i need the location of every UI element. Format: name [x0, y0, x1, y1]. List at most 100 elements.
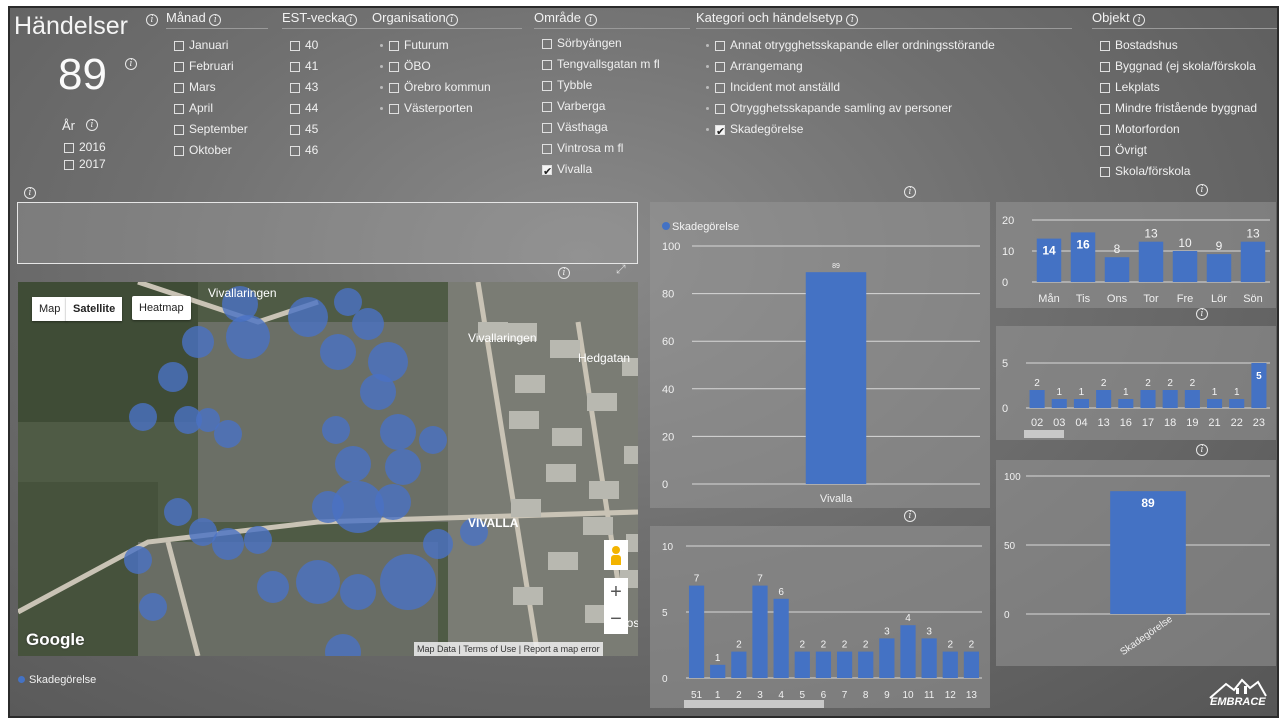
info-icon[interactable]: i — [904, 186, 916, 198]
checkbox[interactable] — [174, 82, 184, 93]
checkbox[interactable] — [1100, 103, 1110, 114]
bar[interactable] — [1051, 399, 1067, 408]
slicer-option[interactable]: Sörbyängen — [542, 33, 690, 54]
checkbox[interactable] — [290, 82, 300, 93]
zoom-in-button[interactable]: + — [604, 578, 628, 606]
slicer-option[interactable]: 43 — [290, 77, 372, 98]
checkbox[interactable] — [715, 103, 725, 114]
checkbox[interactable] — [290, 103, 300, 114]
bar[interactable] — [1172, 251, 1198, 282]
bar[interactable] — [688, 585, 705, 678]
bar[interactable] — [1140, 390, 1156, 408]
info-icon[interactable]: i — [1133, 14, 1146, 26]
slicer-option[interactable]: 41 — [290, 56, 372, 77]
bar[interactable] — [815, 651, 832, 678]
slicer-option[interactable]: Februari — [174, 56, 268, 77]
checkbox[interactable] — [174, 40, 184, 51]
bar[interactable] — [1073, 399, 1089, 408]
slicer-option[interactable]: 2017 — [64, 156, 106, 173]
checkbox[interactable] — [715, 82, 725, 93]
slicer-option[interactable]: Skola/förskola — [1100, 161, 1277, 182]
bar[interactable] — [1104, 257, 1130, 282]
bar[interactable] — [1096, 390, 1112, 408]
info-icon[interactable]: i — [584, 14, 597, 26]
slicer-option[interactable]: Oktober — [174, 140, 268, 161]
slicer-option[interactable]: Vintrosa m fl — [542, 138, 690, 159]
checkbox[interactable] — [174, 145, 184, 156]
slicer-option[interactable]: Vivalla — [542, 159, 690, 183]
slicer-option[interactable]: 45 — [290, 119, 372, 140]
slicer-option[interactable]: Tybble — [542, 75, 690, 96]
slicer-option[interactable]: September — [174, 119, 268, 140]
focus-mode-icon[interactable]: ⤢ — [616, 262, 626, 277]
map-view[interactable]: Vivallaringen Vivallaringen Hedgatan VIVALL… — [18, 282, 638, 656]
info-icon[interactable]: i — [904, 510, 916, 522]
checkbox[interactable] — [290, 145, 300, 156]
bar[interactable] — [1240, 241, 1266, 282]
bar[interactable] — [900, 625, 916, 678]
checkbox[interactable] — [1100, 124, 1110, 135]
info-icon[interactable]: i — [125, 58, 137, 70]
bar[interactable] — [963, 651, 980, 678]
bar[interactable] — [1229, 399, 1245, 408]
info-icon[interactable]: i — [86, 119, 98, 131]
checkbox[interactable] — [715, 122, 725, 143]
slicer-option[interactable]: Västhaga — [542, 117, 690, 138]
slicer-option[interactable]: Byggnad (ej skola/förskola — [1100, 56, 1277, 77]
slicer-option[interactable]: Skadegörelse — [706, 119, 1072, 143]
checkbox[interactable] — [389, 103, 399, 114]
map-type-map-button[interactable]: Map — [32, 297, 68, 321]
slicer-option[interactable]: Motorfordon — [1100, 119, 1277, 140]
slicer-option[interactable]: Västerporten — [380, 98, 522, 119]
checkbox[interactable] — [542, 143, 552, 154]
info-icon[interactable]: i — [24, 187, 36, 199]
slicer-option[interactable]: 44 — [290, 98, 372, 119]
bar[interactable] — [1206, 254, 1232, 282]
slicer-option[interactable]: Futurum — [380, 35, 522, 56]
bar[interactable] — [731, 651, 747, 678]
checkbox[interactable] — [389, 61, 399, 72]
bar[interactable] — [836, 651, 853, 678]
slicer-option[interactable]: 2016 — [64, 139, 106, 156]
checkbox[interactable] — [542, 122, 552, 133]
slicer-option[interactable]: Tengvallsgatan m fl — [542, 54, 690, 75]
checkbox[interactable] — [542, 162, 552, 183]
info-icon[interactable]: i — [1196, 444, 1208, 456]
info-icon[interactable]: i — [1196, 184, 1208, 196]
checkbox[interactable] — [290, 40, 300, 51]
slicer-option[interactable]: 40 — [290, 35, 372, 56]
slicer-option[interactable]: Annat otrygghetsskapande eller ordningss… — [706, 35, 1072, 56]
checkbox[interactable] — [1100, 61, 1110, 72]
checkbox[interactable] — [174, 103, 184, 114]
slicer-option[interactable]: Övrigt — [1100, 140, 1277, 161]
slicer-option[interactable]: Bostadshus — [1100, 35, 1277, 56]
slicer-option[interactable]: Örebro kommun — [380, 77, 522, 98]
checkbox[interactable] — [1100, 145, 1110, 156]
info-icon[interactable]: i — [209, 14, 222, 26]
bar[interactable] — [1138, 241, 1164, 282]
bar[interactable] — [752, 585, 768, 678]
bar[interactable] — [879, 638, 895, 678]
slicer-option[interactable]: Januari — [174, 35, 268, 56]
checkbox[interactable] — [64, 142, 74, 153]
slicer-option[interactable]: 46 — [290, 140, 372, 161]
bar[interactable] — [805, 272, 867, 484]
slicer-option[interactable]: Incident mot anställd — [706, 77, 1072, 98]
checkbox[interactable] — [542, 59, 552, 70]
bar[interactable] — [773, 598, 789, 678]
checkbox[interactable] — [542, 101, 552, 112]
checkbox[interactable] — [542, 80, 552, 91]
bar[interactable] — [1118, 399, 1134, 408]
info-icon[interactable]: i — [846, 14, 859, 26]
checkbox[interactable] — [542, 38, 552, 49]
info-icon[interactable]: i — [558, 267, 570, 279]
slicer-option[interactable]: Otrygghetsskapande samling av personer — [706, 98, 1072, 119]
checkbox[interactable] — [1100, 40, 1110, 51]
map-data-link[interactable]: Map Data — [417, 644, 456, 654]
slicer-option[interactable]: Lekplats — [1100, 77, 1277, 98]
checkbox[interactable] — [174, 124, 184, 135]
checkbox[interactable] — [64, 159, 74, 170]
checkbox[interactable] — [1100, 166, 1110, 177]
bar[interactable] — [1184, 390, 1200, 408]
zoom-out-button[interactable]: − — [604, 606, 628, 634]
